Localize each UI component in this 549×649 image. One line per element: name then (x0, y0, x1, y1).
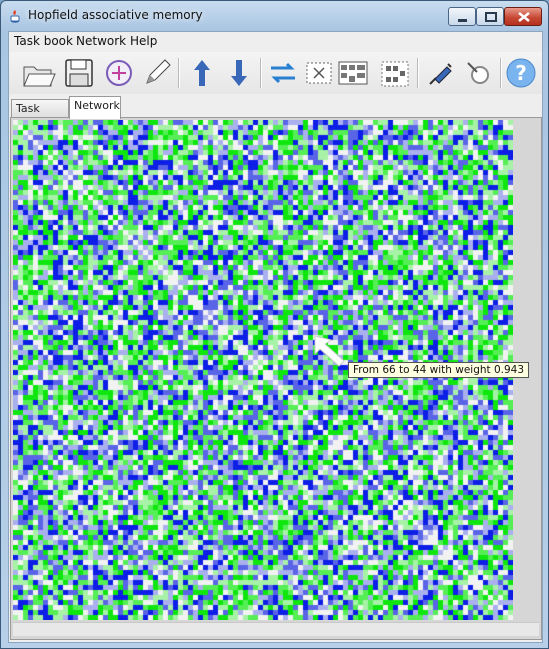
save-disk-icon[interactable] (61, 55, 97, 91)
help-glyph: ? (515, 61, 527, 85)
java-app-icon (8, 8, 22, 24)
menu-task-book[interactable]: Task book (14, 34, 73, 48)
help-icon[interactable]: ? (503, 55, 539, 91)
maximize-button[interactable] (476, 7, 504, 26)
weight-tooltip: From 66 to 44 with weight 0.943 (348, 362, 530, 378)
arrow-up-icon[interactable] (184, 55, 220, 91)
syringe-icon[interactable] (422, 55, 458, 91)
menu-bar: Task book Network Help (9, 32, 542, 52)
mouse-pointer-icon (314, 335, 345, 367)
minimize-button[interactable] (448, 7, 476, 26)
tab-network[interactable]: Network (69, 96, 121, 119)
application-window: Hopfield associative memory Task book Ne… (0, 0, 549, 649)
window-title: Hopfield associative memory (28, 8, 203, 22)
menu-network[interactable]: Network (76, 34, 126, 48)
pencil-icon[interactable] (139, 55, 175, 91)
add-circle-icon[interactable] (101, 55, 137, 91)
clear-grid-icon[interactable] (301, 55, 337, 91)
toolbar-separator (178, 58, 180, 88)
grid-pattern-icon[interactable] (335, 55, 371, 91)
toolbar: ? (9, 52, 542, 94)
swap-arrows-icon[interactable] (265, 55, 301, 91)
network-panel: From 66 to 44 with weight 0.943 (10, 117, 542, 640)
arrow-down-icon[interactable] (221, 55, 257, 91)
toolbar-separator (417, 58, 419, 88)
settings-wand-icon[interactable] (459, 55, 495, 91)
close-button[interactable] (504, 7, 542, 26)
open-folder-icon[interactable] (21, 55, 57, 91)
client-area: Task book Network Help ? Task Network Fr… (8, 31, 543, 643)
title-bar[interactable]: Hopfield associative memory (1, 1, 548, 31)
tab-strip: Task book Network (9, 95, 542, 133)
menu-help[interactable]: Help (130, 34, 157, 48)
toolbar-separator (260, 58, 262, 88)
network-grid-icon[interactable] (377, 55, 413, 91)
toolbar-separator (500, 58, 502, 88)
tab-task-book[interactable]: Task book (11, 99, 69, 133)
horizontal-scrollbar[interactable] (13, 622, 539, 636)
